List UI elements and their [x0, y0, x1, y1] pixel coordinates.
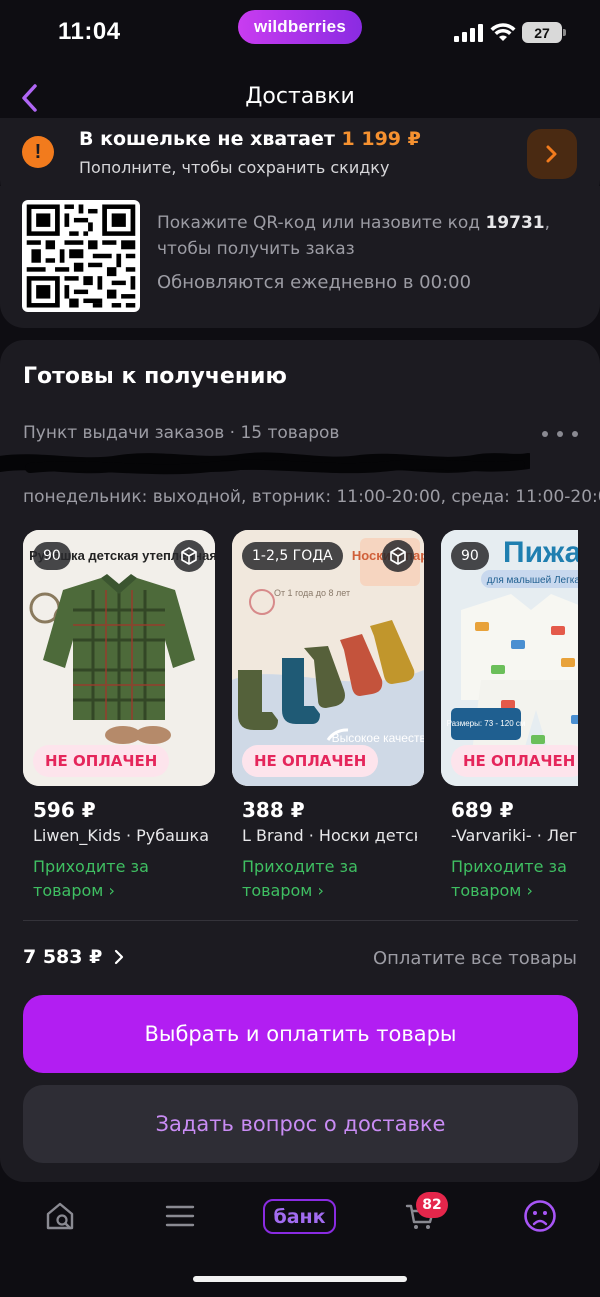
tab-home[interactable] — [40, 1196, 80, 1236]
wallet-topup-button[interactable] — [527, 129, 577, 179]
battery-indicator: 27 — [522, 22, 566, 43]
pickup-point-info: Пункт выдачи заказов · 15 товаров — [23, 423, 340, 443]
product-image[interactable]: Пижама для малышей Легкая Размеры: 73 - … — [441, 530, 578, 786]
qr-code-icon — [26, 204, 136, 308]
select-and-pay-button[interactable]: Выбрать и оплатить товары — [23, 995, 578, 1073]
product-price: 388 ₽ — [242, 798, 305, 822]
dot-icon — [557, 431, 563, 437]
image-caption: Высокое качество — [332, 731, 424, 745]
pickup-cta-link[interactable]: Приходите за товаром › — [451, 855, 578, 903]
wallet-title: В кошельке не хватает 1 199 ₽ — [79, 128, 421, 150]
pickup-hours: понедельник: выходной, вторник: 11:00-20… — [23, 487, 600, 507]
product-name[interactable]: Liwen_Kids · Рубашка детская утеплённая — [33, 826, 208, 845]
page-title: Доставки — [245, 84, 355, 109]
wifi-icon — [490, 23, 516, 41]
brand-logo: wildberries — [238, 10, 362, 44]
product-price: 596 ₽ — [33, 798, 96, 822]
home-indicator — [193, 1276, 407, 1282]
tab-profile[interactable] — [520, 1196, 560, 1236]
pickup-cta-link[interactable]: Приходите за товаром › — [242, 855, 417, 903]
image-caption: Пижама — [503, 536, 578, 569]
product-badge: 1-2,5 ГОДА — [242, 542, 343, 570]
qr-text-before: Покажите QR-код или назовите код — [157, 213, 481, 233]
chevron-right-icon — [546, 145, 557, 163]
ask-delivery-question-button[interactable]: Задать вопрос о доставке — [23, 1085, 578, 1163]
total-amount: 7 583 ₽ — [23, 946, 103, 968]
product-image[interactable]: Рубашка детская утеплённая 90 НЕ ОПЛАЧЕН — [23, 530, 215, 786]
unpaid-badge: НЕ ОПЛАЧЕН — [242, 745, 379, 777]
pay-all-hint: Оплатите все товары — [372, 948, 577, 969]
menu-icon — [165, 1205, 195, 1227]
section-title: Готовы к получению — [23, 364, 287, 389]
pickup-cta-link[interactable]: Приходите за товаром › — [33, 855, 208, 903]
tab-bank[interactable]: банк — [263, 1199, 336, 1234]
profile-icon — [524, 1200, 556, 1232]
product-price: 689 ₽ — [451, 798, 514, 822]
dot-icon — [572, 431, 578, 437]
product-badge: 90 — [33, 542, 71, 570]
status-time: 11:04 — [58, 18, 121, 45]
product-name[interactable]: -Varvariki- · Легкая пижама — [451, 826, 578, 845]
more-options-button[interactable] — [542, 424, 578, 444]
wallet-subtitle: Пополните, чтобы сохранить скидку — [79, 158, 390, 177]
chevron-right-icon — [115, 949, 124, 965]
product-badge: 90 — [451, 542, 489, 570]
qr-text-after: чтобы получить заказ — [157, 239, 355, 259]
unpaid-badge: НЕ ОПЛАЧЕН — [33, 745, 170, 777]
pickup-code: 19731 — [485, 213, 545, 233]
qr-instructions: Покажите QR-код или назовите код 19731, … — [157, 213, 551, 259]
address-redacted — [0, 452, 530, 475]
image-caption: От 1 года до 8 лет — [274, 588, 350, 598]
cart-count-badge: 82 — [416, 1192, 448, 1218]
warning-icon: ! — [22, 136, 54, 168]
total-amount-link[interactable]: 7 583 ₽ — [23, 946, 124, 968]
package-icon — [173, 540, 205, 572]
dot-icon — [542, 431, 548, 437]
unpaid-badge: НЕ ОПЛАЧЕН — [451, 745, 578, 777]
home-search-icon — [46, 1202, 74, 1230]
cellular-signal-icon — [454, 24, 483, 42]
wallet-amount: 1 199 ₽ — [341, 128, 421, 150]
package-icon — [382, 540, 414, 572]
products-carousel[interactable]: Рубашка детская утеплённая 90 НЕ ОПЛАЧЕН… — [23, 530, 578, 910]
divider — [23, 920, 578, 921]
tab-catalog[interactable] — [160, 1196, 200, 1236]
qr-update-note: Обновляются ежедневно в 00:00 — [157, 272, 472, 293]
qr-code[interactable] — [22, 200, 140, 312]
product-image[interactable]: Носки 5 пар От 1 года до 8 лет Высокое к… — [232, 530, 424, 786]
image-caption: для малышей Легкая — [487, 575, 578, 586]
status-bar: 11:04 wildberries 27 — [0, 0, 600, 56]
wallet-title-text: В кошельке не хватает — [79, 128, 335, 150]
product-name[interactable]: L Brand · Носки детские — [242, 826, 417, 845]
image-caption: Размеры: 73 - 120 см — [447, 719, 526, 728]
